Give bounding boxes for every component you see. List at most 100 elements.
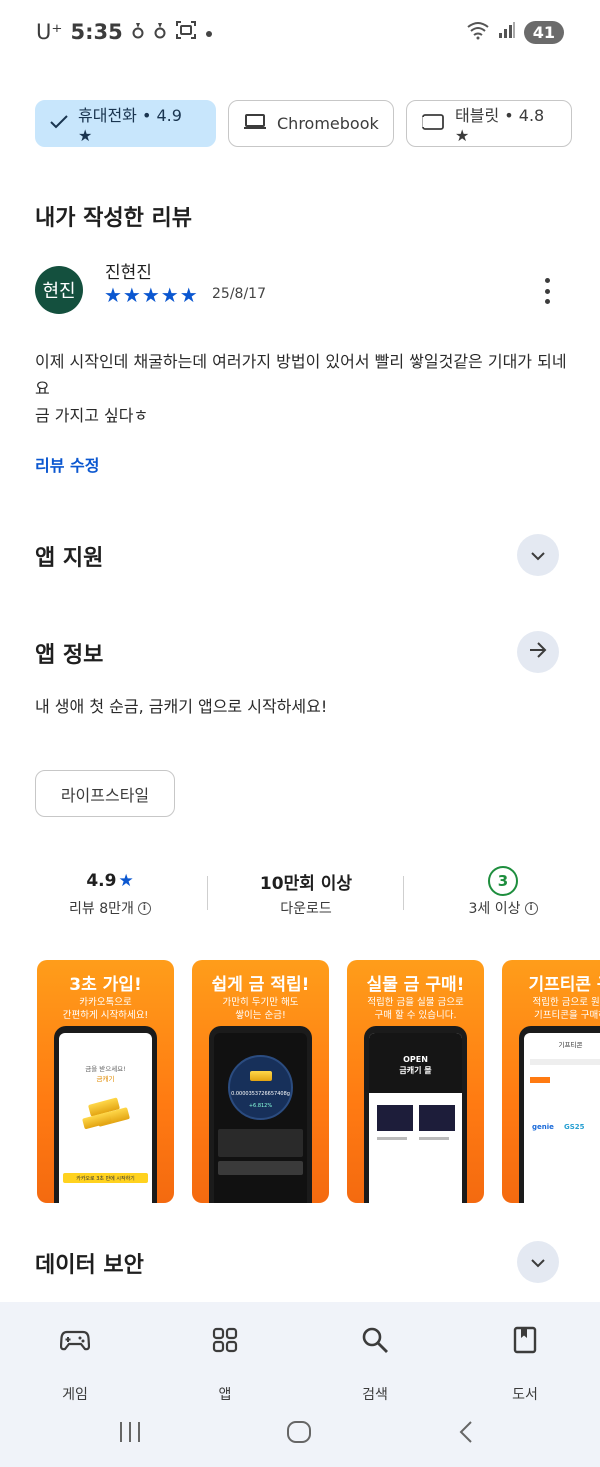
screen-text: 금캐기 — [96, 1075, 115, 1083]
notification-icon — [153, 20, 167, 44]
screenshot-3[interactable]: 실물 금 구매! 적립한 금을 실물 금으로 구매 할 수 있습니다. OPEN… — [347, 960, 484, 1203]
nav-label: 앱 — [218, 1387, 232, 1403]
phone-mockup: 0.0000353726657408g +6.812% — [209, 1026, 312, 1203]
status-left: U⁺ 5:35 — [36, 20, 213, 44]
age-rating-badge: 3 — [488, 866, 518, 896]
brand-logo: genie — [532, 1123, 554, 1131]
stat-downloads: 10만회 이상 다운로드 — [206, 864, 406, 918]
app-description: 내 생애 첫 순금, 금캐기 앱으로 시작하세요! — [35, 697, 328, 716]
tablet-icon — [421, 113, 445, 135]
edit-review-link[interactable]: 리뷰 수정 — [35, 452, 99, 476]
category-chip[interactable]: 라이프스타일 — [35, 770, 175, 817]
app-info-title: 앱 정보 — [35, 643, 104, 668]
screenshot-2[interactable]: 쉽게 금 적립! 가만히 두기만 해도 쌓이는 순금! 0.0000353726… — [192, 960, 329, 1203]
apps-grid-icon — [150, 1320, 300, 1360]
more-notifications-icon — [205, 23, 213, 42]
wifi-icon — [466, 20, 490, 44]
review-stars: ★★★★★ — [104, 283, 199, 307]
check-icon — [50, 114, 68, 133]
review-date: 25/8/17 — [212, 286, 266, 302]
chip-label: 태블릿 • 4.8 ★ — [455, 106, 545, 145]
device-filter-chips: 휴대전화 • 4.9 ★ Chromebook 태블릿 • 4.8 ★ — [35, 100, 572, 147]
phone-mockup: 금을 받으세요! 금캐기 카카오로 3초 만에 시작하기 — [54, 1026, 157, 1203]
chip-chromebook[interactable]: Chromebook — [228, 100, 394, 147]
info-icon: i — [524, 901, 538, 915]
screenshot-title: 쉽게 금 적립! — [211, 975, 310, 995]
nav-item-apps[interactable]: 앱 — [150, 1320, 300, 1404]
screen-header: 기프티콘 — [558, 1041, 583, 1049]
app-stats-row: 4.9 ★ 리뷰 8만개 i 10만회 이상 다운로드 3 3세 이상 i — [0, 864, 600, 924]
nav-label: 검색 — [362, 1387, 388, 1403]
screenshot-subtitle: 적립한 금으로 원하 기프티콘을 구매하 — [532, 997, 600, 1021]
home-icon[interactable] — [286, 1420, 312, 1448]
banner-text: OPEN — [403, 1055, 428, 1064]
screenshot-subtitle: 가만히 두기만 해도 쌓이는 순금! — [222, 997, 299, 1021]
info-icon: i — [137, 901, 151, 915]
nav-item-games[interactable]: 게임 — [0, 1320, 150, 1404]
screenshot-1[interactable]: 3초 가입! 카카오톡으로 간편하게 시작하세요! 금을 받으세요! 금캐기 카… — [37, 960, 174, 1203]
rating-value: 4.9 — [86, 871, 117, 891]
nav-item-search[interactable]: 검색 — [300, 1320, 450, 1404]
screenshot-icon — [175, 20, 197, 44]
chip-label: 휴대전화 • 4.9 ★ — [78, 106, 182, 145]
screen-rate: +6.812% — [248, 1103, 273, 1109]
screenshot-carousel[interactable]: 3초 가입! 카카오톡으로 간편하게 시작하세요! 금을 받으세요! 금캐기 카… — [37, 960, 600, 1203]
book-icon — [450, 1320, 600, 1360]
stat-age-rating[interactable]: 3 3세 이상 i — [403, 864, 600, 918]
recent-apps-icon[interactable] — [118, 1420, 142, 1448]
back-icon[interactable] — [458, 1420, 474, 1448]
data-safety-title: 데이터 보안 — [35, 1253, 144, 1278]
banner-text: 금캐기 몰 — [399, 1066, 432, 1075]
screenshot-title: 기프티콘 구 — [528, 975, 600, 995]
gold-bar-graphic — [82, 1111, 112, 1130]
screenshot-title: 3초 가입! — [69, 975, 142, 995]
carrier-label: U⁺ — [36, 20, 63, 44]
screenshot-4[interactable]: 기프티콘 구 적립한 금으로 원하 기프티콘을 구매하 기프티콘 genie G… — [502, 960, 600, 1203]
review-text: 이제 시작인데 채굴하는데 여러가지 방법이 있어서 빨리 쌓일것같은 기대가 … — [35, 352, 567, 425]
kakao-button-graphic: 카카오로 3초 만에 시작하기 — [63, 1173, 148, 1183]
chevron-down-icon — [530, 1253, 546, 1272]
expand-data-safety-button[interactable] — [517, 1241, 559, 1283]
app-info-arrow-button[interactable] — [517, 631, 559, 673]
screenshot-subtitle: 적립한 금을 실물 금으로 구매 할 수 있습니다. — [367, 997, 464, 1021]
clock: 5:35 — [70, 20, 123, 44]
age-label: 3세 이상 — [468, 901, 521, 917]
screen-text: 금을 받으세요! — [85, 1065, 126, 1073]
more-vert-icon[interactable] — [538, 278, 556, 304]
expand-app-support-button[interactable] — [517, 534, 559, 576]
status-bar: U⁺ 5:35 41 — [0, 0, 600, 66]
star-icon: ★ — [118, 871, 134, 891]
screen-value: 0.0000353726657408g — [231, 1091, 290, 1097]
my-review-title: 내가 작성한 리뷰 — [35, 206, 192, 231]
stat-rating[interactable]: 4.9 ★ 리뷰 8만개 i — [10, 864, 210, 918]
avatar: 현진 — [35, 266, 83, 314]
laptop-icon — [243, 113, 267, 135]
arrow-right-icon — [528, 641, 548, 663]
system-navigation-bar — [0, 1410, 600, 1455]
chip-phone[interactable]: 휴대전화 • 4.9 ★ — [35, 100, 216, 147]
status-right: 41 — [466, 20, 564, 44]
chip-tablet[interactable]: 태블릿 • 4.8 ★ — [406, 100, 572, 147]
battery-indicator: 41 — [523, 20, 564, 44]
phone-mockup: 기프티콘 genie GS25 — [519, 1026, 600, 1203]
notification-icon — [131, 20, 145, 44]
gamepad-icon — [0, 1320, 150, 1360]
downloads-label: 다운로드 — [280, 901, 332, 917]
review-author: 진현진 — [105, 263, 152, 283]
nav-label: 게임 — [62, 1387, 88, 1403]
screenshot-subtitle: 카카오톡으로 간편하게 시작하세요! — [62, 997, 149, 1021]
chevron-down-icon — [530, 546, 546, 565]
nav-label: 도서 — [512, 1387, 538, 1403]
search-icon — [300, 1320, 450, 1360]
chip-label: Chromebook — [277, 114, 379, 133]
nav-item-books[interactable]: 도서 — [450, 1320, 600, 1404]
gold-circle-graphic — [228, 1055, 293, 1120]
brand-logo: GS25 — [564, 1123, 585, 1131]
rating-label: 리뷰 8만개 — [69, 901, 134, 917]
screenshot-title: 실물 금 구매! — [366, 975, 465, 995]
signal-icon — [498, 21, 516, 43]
gold-bar-graphic — [250, 1071, 272, 1081]
app-support-title: 앱 지원 — [35, 546, 104, 571]
downloads-value: 10만회 이상 — [259, 873, 353, 894]
phone-mockup: OPEN 금캐기 몰 — [364, 1026, 467, 1203]
